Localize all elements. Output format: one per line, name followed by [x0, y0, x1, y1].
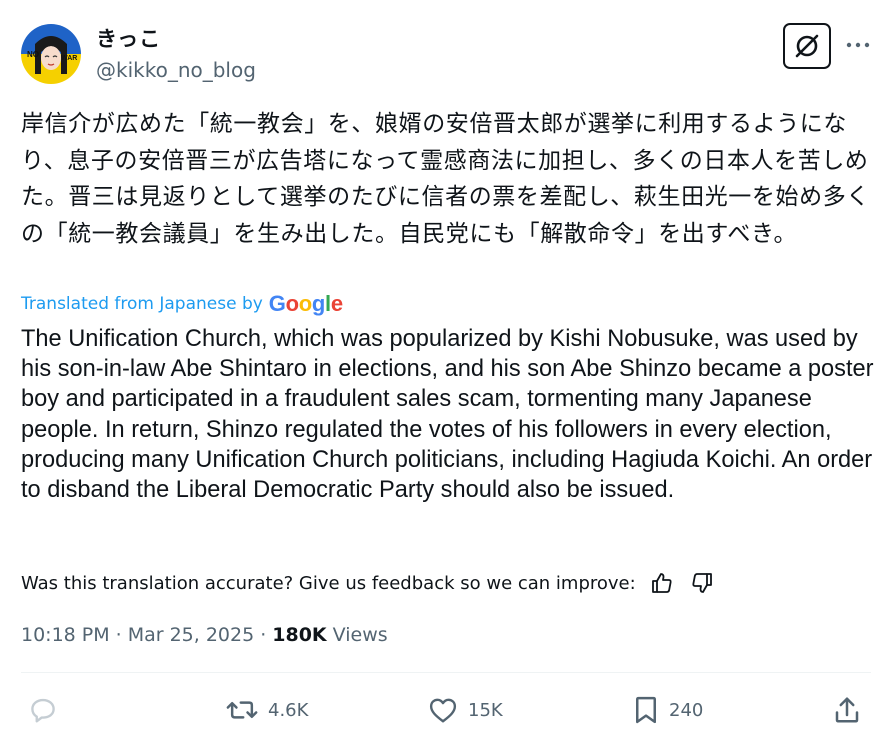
retweet-count: 4.6K	[268, 699, 309, 721]
share-icon	[835, 697, 859, 723]
views-count: 180K	[272, 624, 327, 646]
grok-icon	[795, 34, 819, 58]
translation-attribution[interactable]: Translated from Japanese by Google	[21, 290, 343, 318]
retweet-icon	[226, 701, 258, 719]
views-label: Views	[332, 624, 388, 646]
translated-from-label: Translated from Japanese by	[21, 294, 263, 314]
thumbs-up-icon	[651, 573, 672, 593]
bookmark-count: 240	[669, 699, 704, 721]
thumbs-up-button[interactable]	[648, 569, 676, 597]
svg-text:WAR: WAR	[61, 55, 77, 62]
grok-button[interactable]	[783, 23, 831, 69]
like-button[interactable]: 15K	[428, 692, 503, 728]
meta-separator: ·	[115, 624, 122, 646]
thumbs-down-button[interactable]	[688, 569, 716, 597]
divider	[21, 672, 871, 673]
heart-icon	[429, 698, 457, 723]
retweet-button[interactable]: 4.6K	[226, 692, 308, 728]
meta-separator: ·	[260, 624, 267, 646]
post-time[interactable]: 10:18 PM	[21, 624, 110, 646]
like-count: 15K	[468, 699, 503, 721]
avatar[interactable]: NO WAR	[21, 24, 81, 84]
feedback-prompt: Was this translation accurate? Give us f…	[21, 572, 636, 594]
bookmark-button[interactable]: 240	[633, 692, 703, 728]
svg-text:NO: NO	[27, 50, 39, 59]
post-date[interactable]: Mar 25, 2025	[128, 624, 255, 646]
avatar-image: NO WAR	[21, 24, 81, 84]
reply-button[interactable]	[28, 692, 58, 728]
user-handle[interactable]: @kikko_no_blog	[96, 56, 256, 84]
post-translation-text: The Unification Church, which was popula…	[21, 326, 874, 504]
more-dots-icon	[846, 42, 870, 48]
google-logo: Google	[268, 291, 343, 316]
display-name[interactable]: きっこ	[96, 24, 161, 54]
more-options-button[interactable]	[843, 30, 873, 60]
post-meta: 10:18 PM · Mar 25, 2025 · 180K Views	[21, 620, 388, 650]
bookmark-icon	[636, 696, 656, 724]
share-button[interactable]	[833, 692, 861, 728]
translation-feedback: Was this translation accurate? Give us f…	[21, 568, 716, 598]
post-original-text: 岸信介が広めた「統一教会」を、娘婿の安倍晋太郎が選挙に利用するようになり、息子の…	[21, 111, 870, 247]
reply-icon	[31, 698, 55, 723]
thumbs-down-icon	[692, 573, 712, 593]
